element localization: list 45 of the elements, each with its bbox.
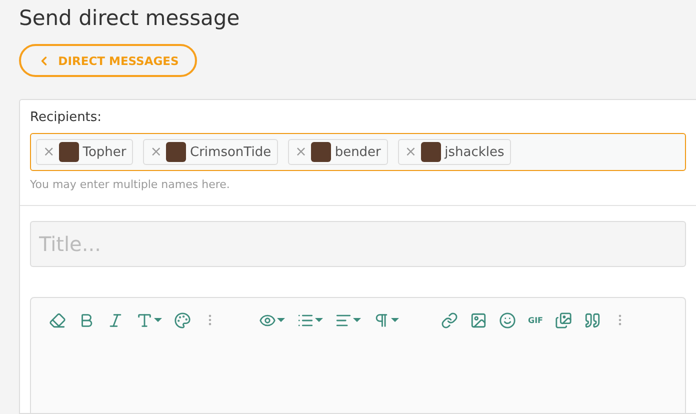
quote-button[interactable]	[584, 312, 602, 328]
link-button[interactable]	[441, 312, 458, 328]
image-icon	[470, 312, 487, 328]
images-button[interactable]	[555, 312, 572, 328]
italic-button[interactable]	[107, 312, 124, 328]
caret-icon	[353, 318, 361, 322]
pilcrow-button[interactable]	[373, 312, 399, 328]
back-button[interactable]: DIRECT MESSAGES	[19, 44, 197, 77]
image-button[interactable]	[470, 312, 487, 328]
avatar-placeholder	[310, 142, 331, 162]
title-field[interactable]: Title...	[30, 221, 686, 267]
caret-icon	[277, 318, 285, 322]
palette-button[interactable]	[174, 312, 191, 328]
hint-text: You may enter multiple names here.	[30, 178, 231, 191]
avatar-placeholder	[420, 142, 441, 162]
caret-icon	[391, 318, 399, 322]
text-size-button[interactable]	[136, 312, 162, 328]
recipient-name: bender	[334, 144, 381, 160]
recipient-name: Topher	[82, 144, 126, 160]
remove-button[interactable]: ×	[150, 144, 162, 160]
eraser-icon	[49, 312, 66, 328]
editor-area[interactable]: GIF	[30, 297, 686, 413]
caret-icon	[154, 318, 162, 322]
palette-icon	[174, 312, 191, 328]
avatar-placeholder	[166, 142, 186, 162]
smiley-icon	[499, 312, 516, 328]
images-icon	[555, 312, 572, 328]
italic-icon	[107, 312, 124, 328]
recipient-name: CrimsonTide	[190, 144, 272, 160]
recipients-label: Recipients:	[30, 110, 103, 125]
recipient-name: jshackles	[444, 144, 504, 160]
smiley-button[interactable]	[499, 312, 516, 328]
text-size-icon	[136, 312, 153, 328]
quote-icon	[584, 312, 602, 328]
remove-button[interactable]: ×	[295, 144, 307, 160]
gif-button[interactable]: GIF	[528, 316, 544, 324]
recipients-field[interactable]: × Topher × CrimsonTide × bender × jshackles	[30, 133, 686, 171]
pilcrow-icon	[373, 312, 390, 328]
eraser-button[interactable]	[49, 312, 66, 328]
avatar-placeholder	[58, 142, 79, 162]
remove-button[interactable]: ×	[404, 144, 417, 160]
caret-icon	[315, 318, 323, 322]
remove-button[interactable]: ×	[43, 144, 55, 160]
link-icon	[441, 312, 458, 328]
page-title: Send direct message	[19, 6, 241, 32]
